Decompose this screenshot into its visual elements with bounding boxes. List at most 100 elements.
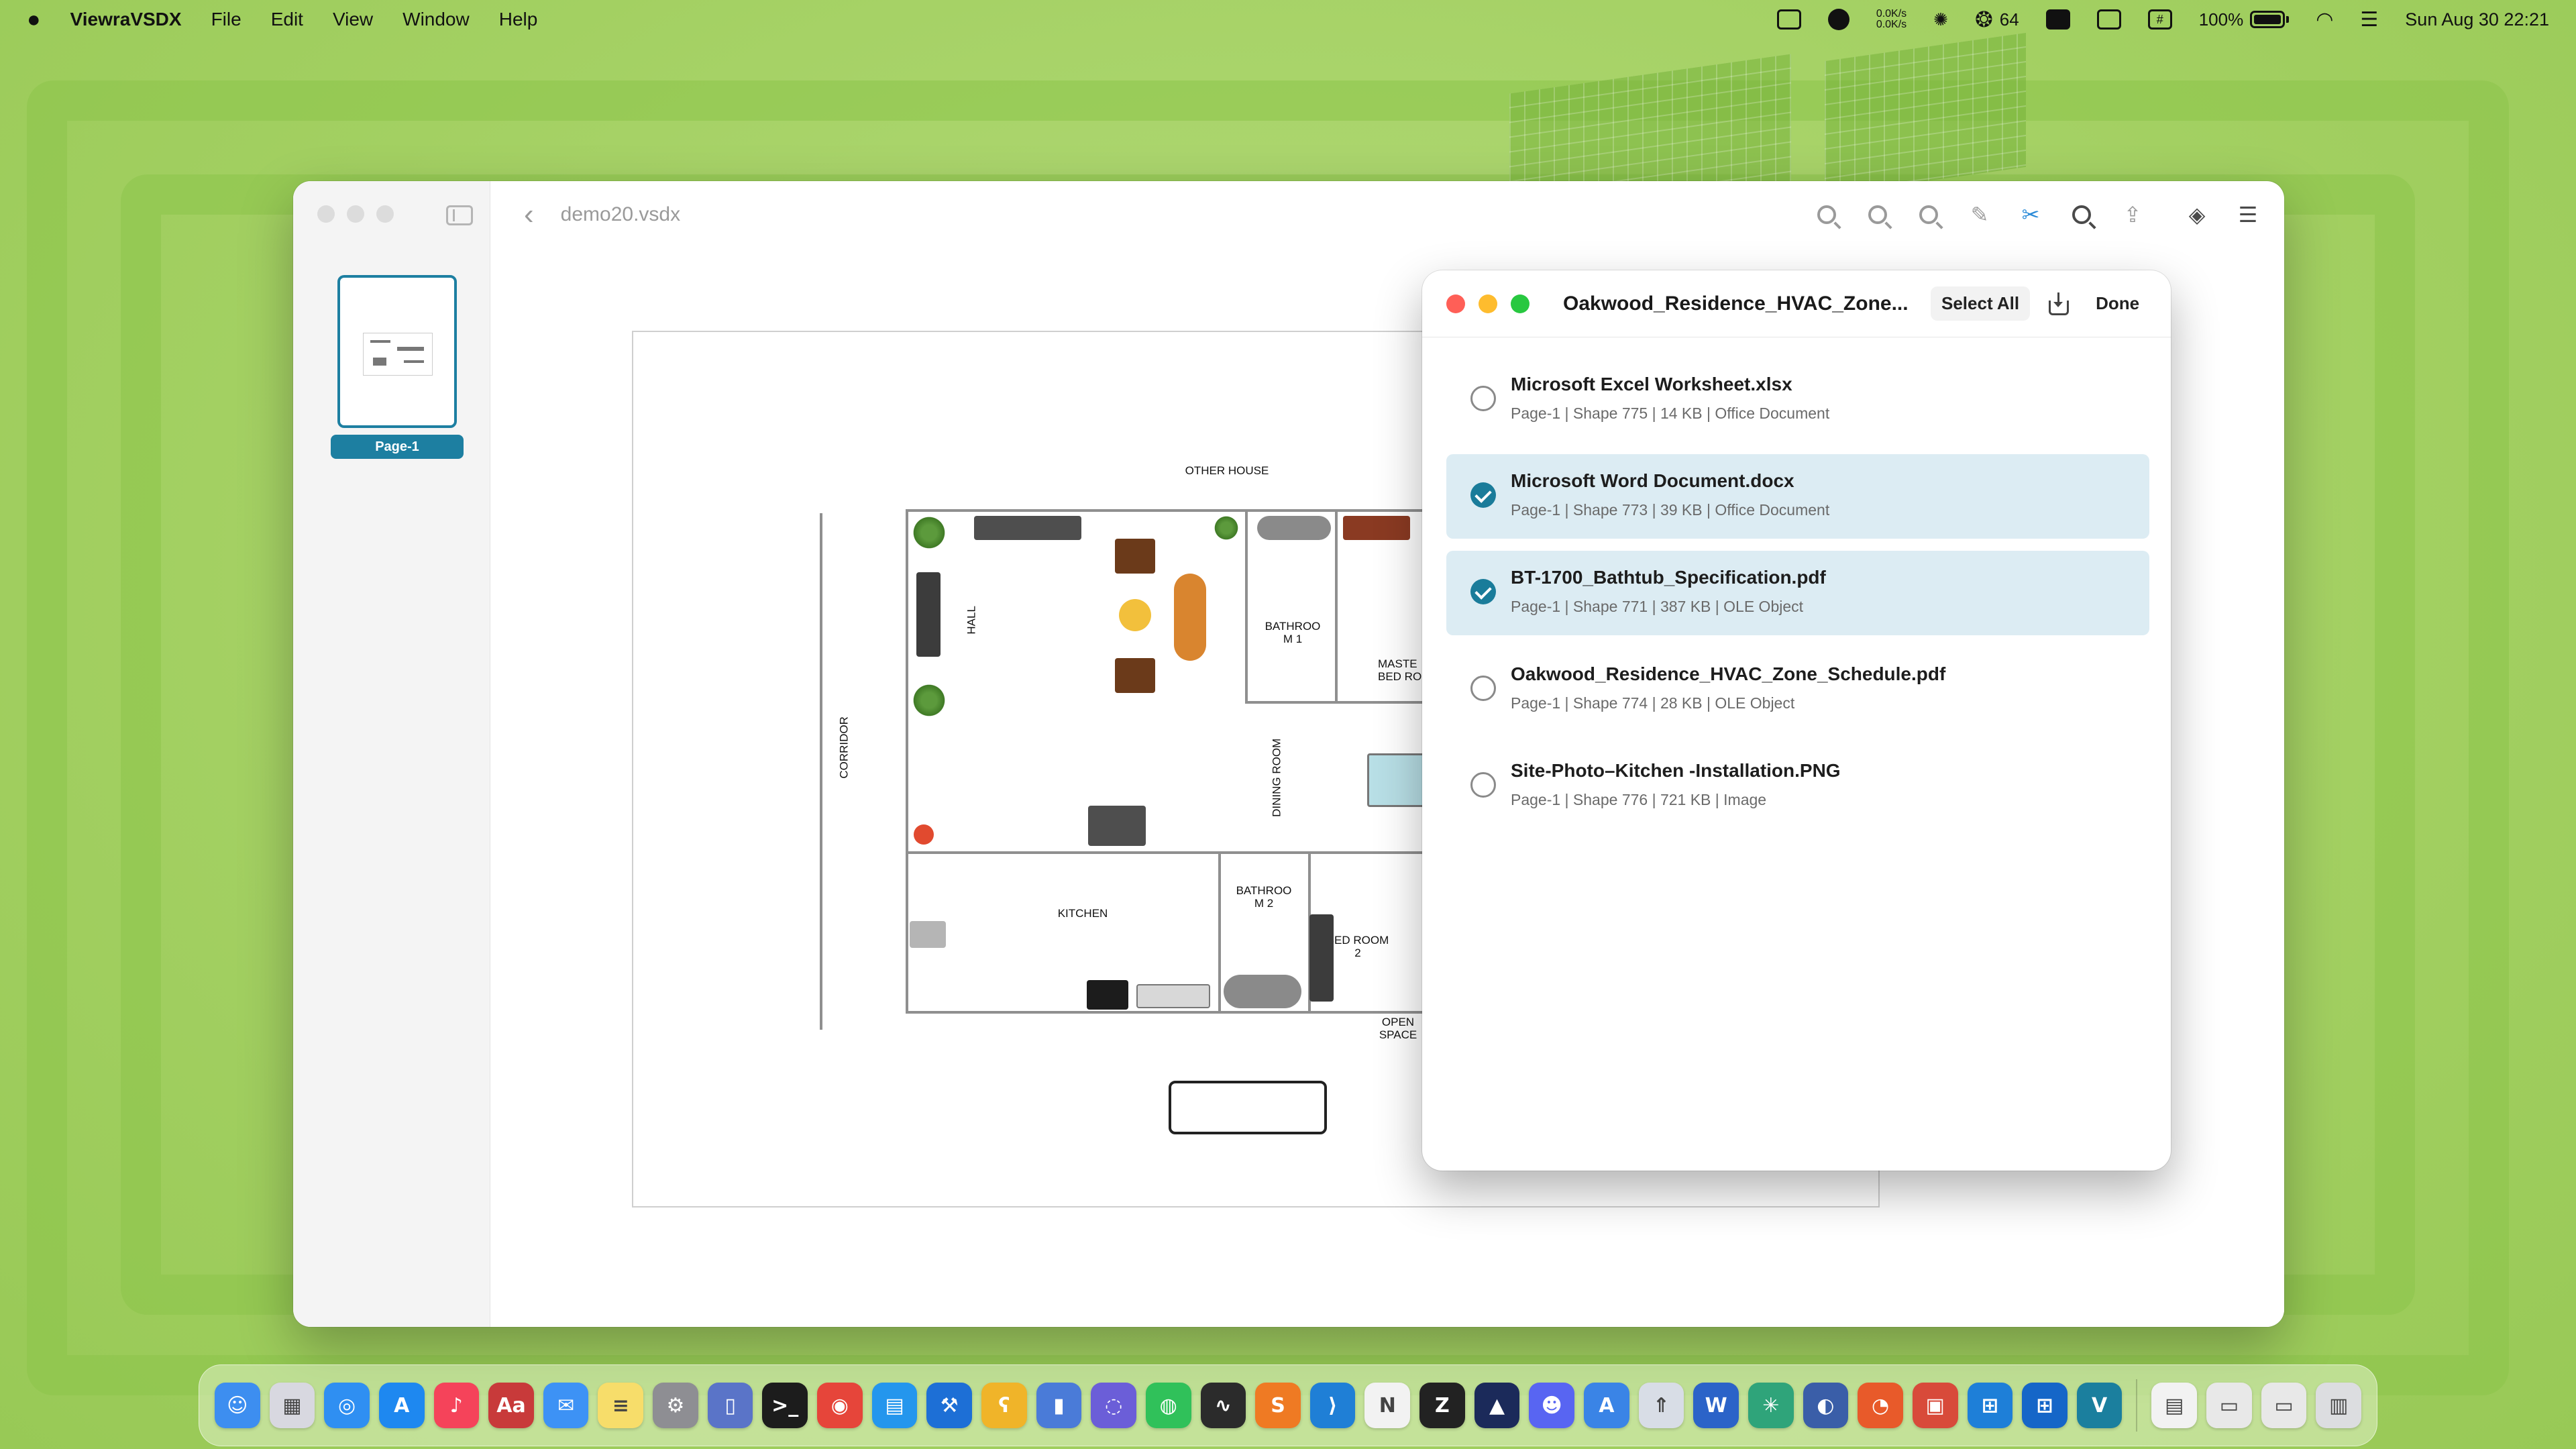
markup-icon[interactable]: ✎ xyxy=(1968,203,1992,227)
settings-sliders-icon[interactable]: ☰ xyxy=(2236,203,2260,227)
back-button[interactable]: ‹ xyxy=(524,198,534,231)
attachment-icon[interactable]: ✂ xyxy=(2019,203,2043,227)
zoom-button[interactable] xyxy=(376,205,394,223)
keyboard-icon[interactable] xyxy=(2045,9,2070,30)
notes-icon[interactable]: ≡ xyxy=(598,1383,644,1428)
attachment-row[interactable]: Site-Photo–Kitchen -Installation.PNG Pag… xyxy=(1446,744,2149,828)
page-thumbnail-label[interactable]: Page-1 xyxy=(331,435,464,459)
menu-edit[interactable]: Edit xyxy=(271,9,303,30)
rocket-icon[interactable]: ⇑ xyxy=(1638,1383,1684,1428)
firefox-icon[interactable]: ◔ xyxy=(1858,1383,1903,1428)
done-button[interactable]: Done xyxy=(2096,293,2139,314)
activity-monitor-icon[interactable]: ∿ xyxy=(1200,1383,1246,1428)
chatgpt-status-icon[interactable]: ✺ xyxy=(1933,9,1948,30)
remote-desktop-icon[interactable]: ▣ xyxy=(1912,1383,1958,1428)
selection-radio[interactable] xyxy=(1470,676,1496,701)
selection-checkmark-icon[interactable] xyxy=(1470,482,1496,508)
attachment-row[interactable]: Oakwood_Residence_HVAC_Zone_Schedule.pdf… xyxy=(1446,647,2149,732)
page-thumbnail[interactable] xyxy=(337,275,457,428)
label-corridor: CORRIDOR xyxy=(837,716,851,779)
apple-logo-icon[interactable]: ● xyxy=(27,7,41,33)
screenshot-preview-2-icon[interactable]: ▭ xyxy=(2261,1383,2307,1428)
menu-help[interactable]: Help xyxy=(499,9,538,30)
system-settings-icon[interactable]: ⚙ xyxy=(653,1383,698,1428)
chatgpt-icon[interactable]: ◌ xyxy=(1091,1383,1136,1428)
attachment-row[interactable]: Microsoft Word Document.docx Page-1 | Sh… xyxy=(1446,454,2149,539)
selection-checkmark-icon[interactable] xyxy=(1470,579,1496,604)
launchpad-icon[interactable]: ▦ xyxy=(269,1383,315,1428)
document-preview-icon[interactable]: ▤ xyxy=(2151,1383,2198,1428)
menu-bar: ● ViewraVSDX File Edit View Window Help … xyxy=(0,0,2576,39)
network-rate[interactable]: 0.0K/s 0.0K/s xyxy=(1876,9,1907,30)
attachment-meta: Page-1 | Shape 776 | 721 KB | Image xyxy=(1511,791,1767,808)
share-icon[interactable]: ⇪ xyxy=(2121,203,2145,227)
affinity-icon[interactable]: ▲ xyxy=(1474,1383,1520,1428)
selection-radio[interactable] xyxy=(1470,772,1496,798)
battery-status[interactable]: 100% xyxy=(2199,9,2290,30)
attachment-row[interactable]: BT-1700_Bathtub_Specification.pdf Page-1… xyxy=(1446,551,2149,635)
wechat-icon[interactable]: ◍ xyxy=(1145,1383,1191,1428)
attachment-row[interactable]: Microsoft Excel Worksheet.xlsx Page-1 | … xyxy=(1446,358,2149,442)
zoom-out-icon[interactable] xyxy=(1917,203,1941,227)
viewra-vsdx-icon[interactable]: V xyxy=(2076,1383,2123,1428)
screenshot-preview-icon[interactable]: ▭ xyxy=(2206,1383,2252,1428)
trash-icon[interactable]: ▥ xyxy=(2316,1383,2361,1428)
sidebar-toggle-icon[interactable] xyxy=(446,205,473,225)
mail-icon[interactable]: ✉ xyxy=(543,1383,589,1428)
control-center-icon[interactable]: ☰ xyxy=(2360,8,2378,32)
desk-shape xyxy=(1088,806,1146,846)
selection-radio[interactable] xyxy=(1470,386,1496,411)
proxy-icon[interactable]: ◐ xyxy=(1803,1383,1849,1428)
plant-icon xyxy=(1213,515,1240,541)
windows-app-icon[interactable]: ⊞ xyxy=(1967,1383,2013,1428)
windows-app-2-icon[interactable]: ⊞ xyxy=(2022,1383,2068,1428)
menu-app-name[interactable]: ViewraVSDX xyxy=(70,9,182,30)
panel-close-button[interactable] xyxy=(1446,294,1465,313)
wifi-icon[interactable]: ◠ xyxy=(2316,8,2333,32)
app-store-icon[interactable]: A xyxy=(378,1383,425,1428)
sublime-text-icon[interactable]: S xyxy=(1255,1383,1301,1428)
vpn-icon[interactable] xyxy=(1827,9,1849,30)
notion-icon[interactable]: N xyxy=(1364,1383,1411,1428)
xcode-icon[interactable]: ⚒ xyxy=(926,1383,972,1428)
close-button[interactable] xyxy=(317,205,335,223)
outer-wall-top xyxy=(906,509,1442,512)
menu-view[interactable]: View xyxy=(333,9,373,30)
export-icon[interactable] xyxy=(2047,292,2070,315)
docker-icon[interactable]: ▤ xyxy=(871,1383,918,1428)
panel-minimize-button[interactable] xyxy=(1479,294,1497,313)
perplexity-icon[interactable]: ✳ xyxy=(1748,1383,1794,1428)
xcode-instruments-icon[interactable]: A xyxy=(1584,1383,1629,1428)
finder-icon[interactable]: ☺ xyxy=(215,1383,260,1428)
zed-icon[interactable]: Z xyxy=(1419,1383,1465,1428)
dictionary-icon[interactable]: Aa xyxy=(488,1383,534,1428)
chrome-icon[interactable]: ◉ xyxy=(817,1383,863,1428)
zoom-in-icon[interactable] xyxy=(1815,203,1839,227)
iphone-mirroring-icon[interactable]: ▯ xyxy=(707,1383,753,1428)
menu-file[interactable]: File xyxy=(211,9,241,30)
network-download-rate: 0.0K/s xyxy=(1876,19,1907,30)
toolbar-icons: ✎ ✂ ⇪ ◈ ☰ xyxy=(1788,203,2260,227)
bear-icon[interactable]: ʕ xyxy=(981,1383,1027,1428)
word-icon[interactable]: W xyxy=(1693,1383,1739,1428)
vscode-icon[interactable]: ⟩ xyxy=(1309,1383,1356,1428)
search-icon[interactable] xyxy=(2070,203,2094,227)
terminal-icon[interactable]: >_ xyxy=(762,1383,808,1428)
menu-clock[interactable]: Sun Aug 30 22:21 xyxy=(2405,9,2549,30)
music-icon[interactable]: ♪ xyxy=(433,1383,480,1428)
window-manager-icon[interactable] xyxy=(2096,9,2121,30)
input-method-icon[interactable]: # xyxy=(2147,9,2172,30)
layers-icon[interactable]: ◈ xyxy=(2185,203,2209,227)
select-all-button[interactable]: Select All xyxy=(1931,286,2031,321)
menu-window[interactable]: Window xyxy=(402,9,470,30)
attachment-meta: Page-1 | Shape 771 | 387 KB | OLE Object xyxy=(1511,598,1804,615)
wechat-status[interactable]: ❂ 64 xyxy=(1975,7,2019,32)
minimize-button[interactable] xyxy=(347,205,364,223)
discord-icon[interactable]: ☻ xyxy=(1529,1383,1575,1428)
wechat-count: 64 xyxy=(1999,9,2019,30)
safari-icon[interactable]: ◎ xyxy=(324,1383,370,1428)
zoom-fit-icon[interactable] xyxy=(1866,203,1890,227)
panel-zoom-button[interactable] xyxy=(1511,294,1529,313)
instruments-icon[interactable]: ▮ xyxy=(1036,1383,1082,1428)
screen-mirror-icon[interactable] xyxy=(1776,9,1801,30)
